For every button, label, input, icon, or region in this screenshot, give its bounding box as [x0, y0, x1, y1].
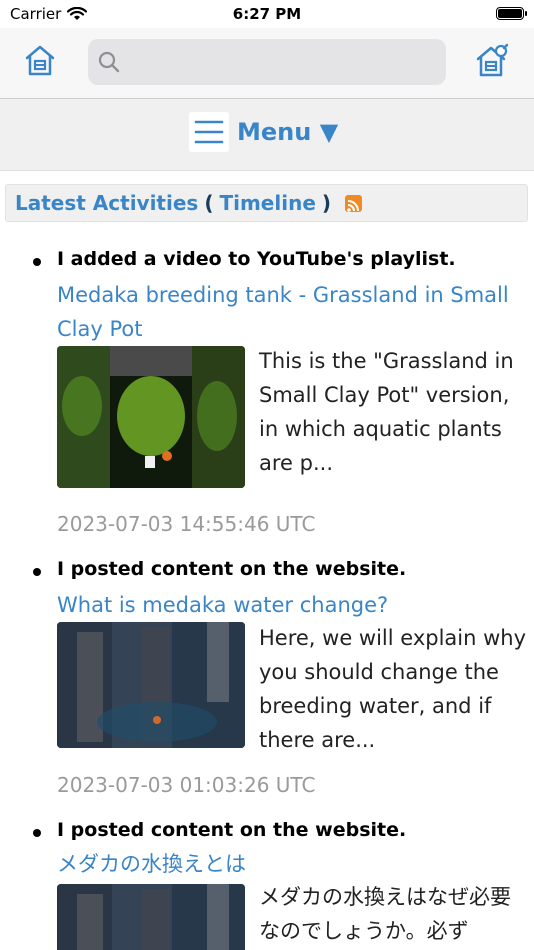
search-bar[interactable]: [88, 39, 446, 85]
activity-excerpt: メダカの水換えはなぜ必要なのでしょうか。必ず: [259, 885, 511, 943]
home-settings-icon: [476, 43, 509, 77]
search-icon: [98, 51, 120, 73]
timeline-link[interactable]: Timeline: [219, 191, 315, 215]
paren-close: ): [321, 191, 332, 215]
section-header: Latest Activities ( Timeline ): [5, 184, 528, 222]
activity-link[interactable]: What is medaka water change?: [57, 588, 517, 622]
video-thumbnail[interactable]: [57, 346, 245, 488]
search-input[interactable]: [128, 47, 432, 79]
content-thumbnail[interactable]: [57, 622, 245, 748]
activity-heading: I posted content on the website.: [57, 558, 407, 580]
clock: 6:27 PM: [232, 5, 302, 23]
bullet: [33, 258, 41, 266]
home-icon: [25, 45, 55, 76]
home-button[interactable]: [22, 42, 58, 78]
bullet: [33, 829, 41, 837]
menu-button[interactable]: Menu ▼: [189, 111, 338, 153]
top-navigation-bar: [0, 28, 534, 99]
bullet: [33, 568, 41, 576]
paren-open: (: [204, 191, 214, 215]
content-thumbnail[interactable]: [57, 884, 245, 950]
menu-bar: Menu ▼: [0, 99, 534, 171]
rss-icon[interactable]: [345, 194, 363, 212]
activity-excerpt: Here, we will explain why you should cha…: [259, 626, 527, 752]
home-settings-button[interactable]: [474, 42, 510, 78]
activity-link[interactable]: Medaka breeding tank - Grassland in Smal…: [57, 278, 517, 346]
activity-heading: I posted content on the website.: [57, 819, 407, 841]
activity-heading: I added a video to YouTube's playlist.: [57, 248, 456, 270]
activity-link[interactable]: メダカの水換えとは: [57, 847, 517, 881]
activity-excerpt: This is the "Grassland in Small Clay Pot…: [259, 349, 514, 475]
hamburger-icon: [189, 112, 229, 152]
battery-icon: [496, 7, 527, 20]
menu-label: Menu ▼: [237, 118, 339, 146]
activity-date: 2023-07-03 01:03:26 UTC: [57, 773, 316, 797]
section-title: Latest Activities: [15, 191, 199, 215]
activity-date: 2023-07-03 14:55:46 UTC: [57, 512, 316, 536]
status-bar: Carrier 6:27 PM: [0, 0, 534, 28]
